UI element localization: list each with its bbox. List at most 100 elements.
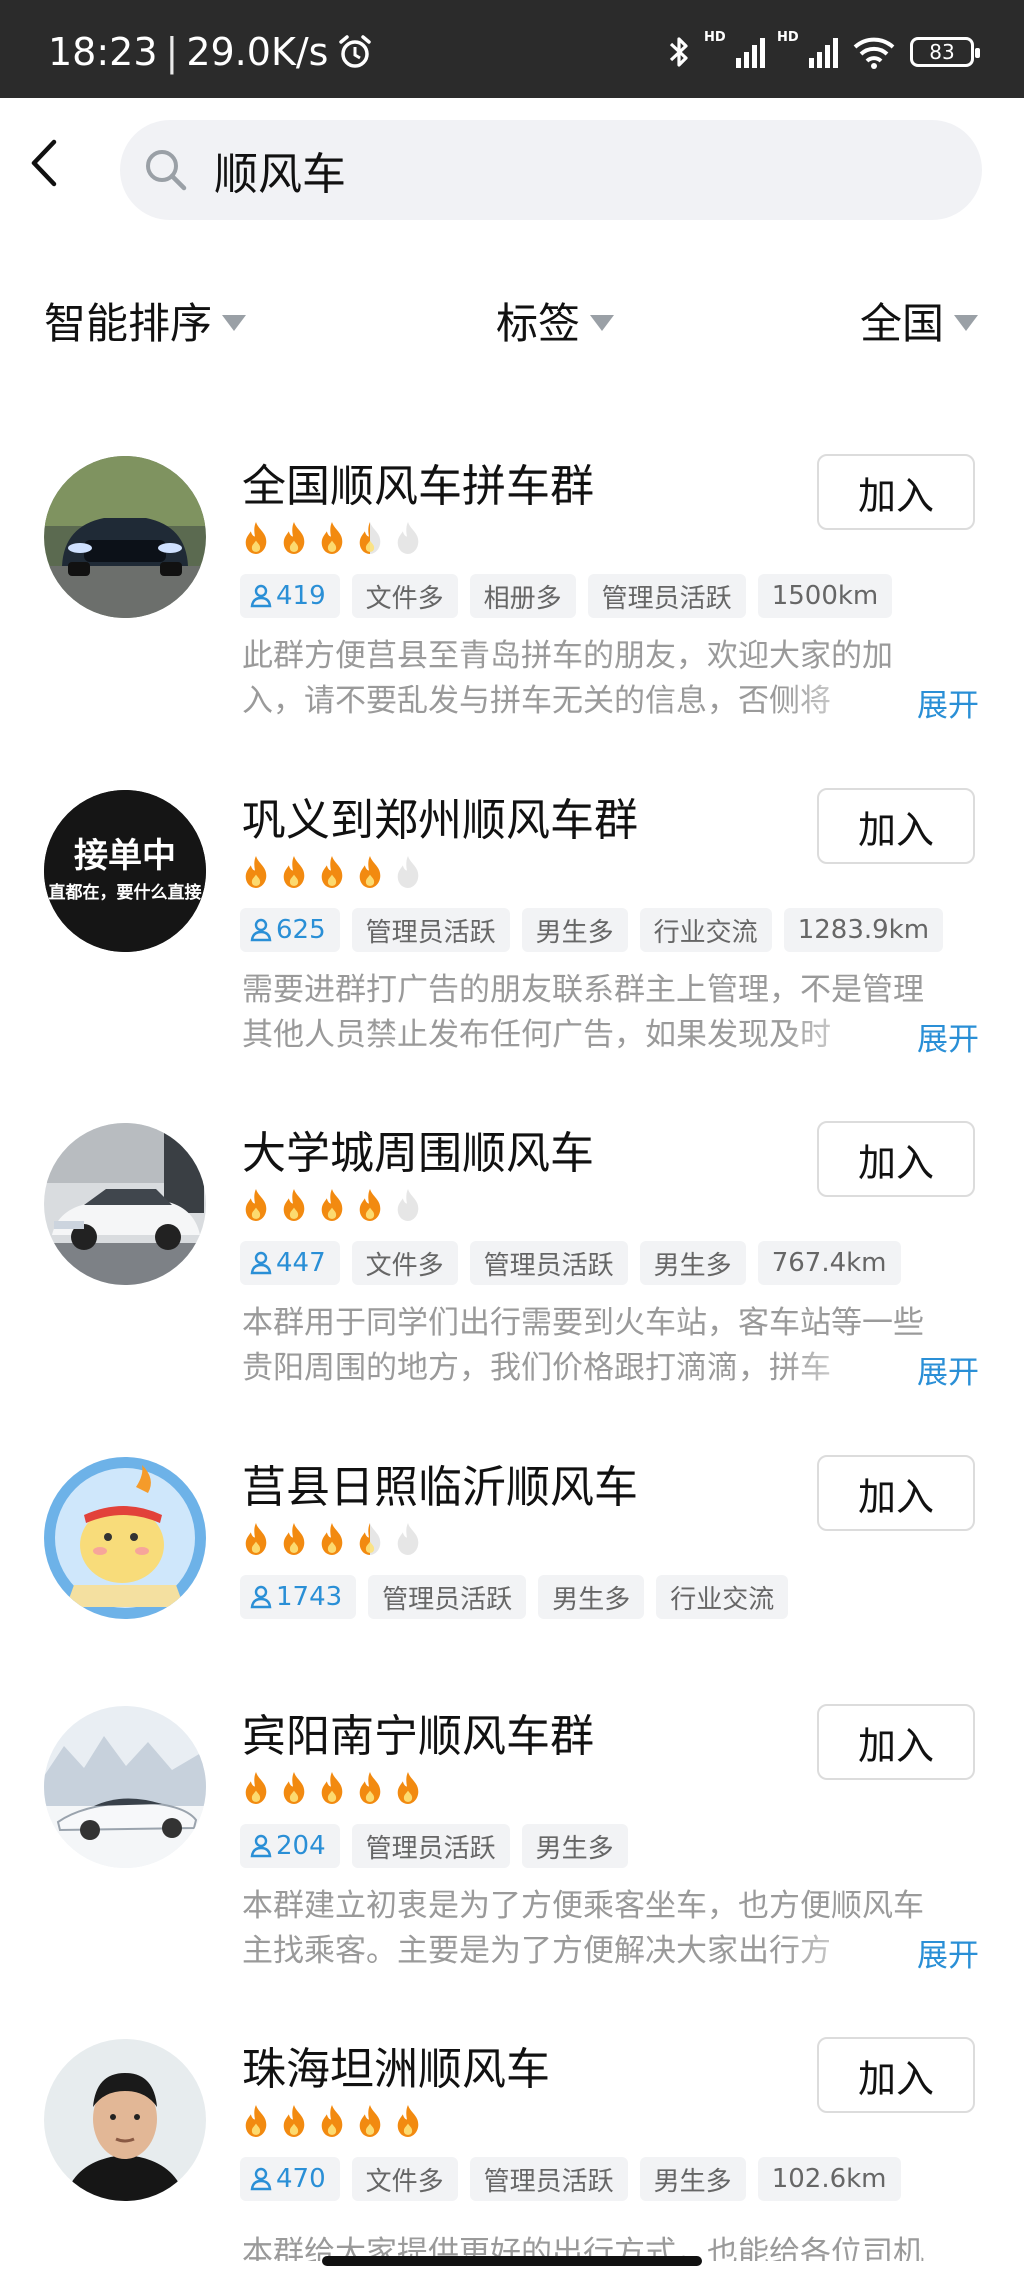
search-input[interactable]: 顺风车 [120, 120, 982, 220]
tag-list: 447 文件多 管理员活跃 男生多 767.4km [240, 1241, 901, 1285]
member-count-badge: 470 [240, 2157, 340, 2201]
status-left: 18:23 | 29.0K/s [48, 30, 374, 74]
status-bar: 18:23 | 29.0K/s HD HD 83 [0, 0, 1024, 98]
expand-link[interactable]: 展开 [917, 1014, 979, 1059]
rating-flames [240, 854, 424, 890]
description-line: 主找乘客。主要是为了方便解决大家出行方 [242, 1933, 831, 1969]
battery-icon: 83 [910, 37, 980, 67]
chevron-down-icon [222, 314, 247, 331]
member-count: 204 [276, 1831, 326, 1861]
group-tag: 管理员活跃 [368, 1575, 527, 1619]
flame-icon [397, 2105, 419, 2137]
group-avatar [44, 1123, 206, 1285]
group-title: 莒县日照临沂顺风车 [242, 1462, 638, 1513]
flame-icon [283, 1523, 305, 1555]
group-title: 大学城周围顺风车 [242, 1128, 594, 1179]
home-indicator[interactable] [322, 2256, 702, 2266]
member-count: 1743 [276, 1582, 343, 1612]
group-avatar: 接单中 直都在，要什么直接 [44, 790, 206, 952]
flame-icon [359, 1189, 381, 1221]
group-tag: 管理员活跃 [587, 574, 746, 618]
signal-icon: HD [704, 30, 765, 68]
group-tag: 管理员活跃 [469, 1241, 628, 1285]
group-tag: 1283.9km [783, 908, 944, 952]
group-description: 此群方便莒县至青岛拼车的朋友，欢迎大家的加 入，请不要乱发与拼车无关的信息，否侧… [242, 634, 982, 724]
flame-icon [321, 2105, 343, 2137]
group-tag: 767.4km [757, 1241, 901, 1285]
group-tag: 文件多 [351, 2157, 458, 2201]
filter-tags[interactable]: 标签 [496, 290, 615, 351]
expand-link[interactable]: 展开 [917, 1347, 979, 1392]
expand-link[interactable]: 展开 [917, 680, 979, 725]
search-query: 顺风车 [214, 149, 346, 200]
flame-icon [359, 2105, 381, 2137]
join-button[interactable]: 加入 [817, 1121, 975, 1197]
filter-region[interactable]: 全国 [860, 290, 979, 351]
rating-flames [240, 520, 424, 556]
group-tag: 1500km [757, 574, 893, 618]
join-button[interactable]: 加入 [817, 454, 975, 530]
rating-flames [240, 2103, 424, 2139]
group-title: 全国顺风车拼车群 [242, 461, 594, 512]
description-line: 本群建立初衷是为了方便乘客坐车，也方便顺风车 [242, 1888, 924, 1924]
join-button[interactable]: 加入 [817, 1455, 975, 1531]
filter-tags-label: 标签 [496, 299, 581, 348]
avatar-subcaption: 直都在，要什么直接 [48, 883, 202, 903]
member-count-badge: 625 [240, 908, 340, 952]
back-arrow-icon [31, 139, 57, 187]
group-avatar [44, 456, 206, 618]
flame-icon [283, 2105, 305, 2137]
flame-icon [397, 856, 419, 888]
group-avatar [44, 1706, 206, 1868]
group-tag: 102.6km [757, 2157, 901, 2201]
group-tag: 行业交流 [656, 1575, 789, 1619]
status-time: 18:23 [48, 30, 158, 74]
bluetooth-icon [669, 37, 688, 67]
person-icon [250, 584, 272, 608]
filter-sort[interactable]: 智能排序 [44, 290, 247, 351]
join-button[interactable]: 加入 [817, 1704, 975, 1780]
search-icon [146, 150, 187, 191]
flame-icon [283, 856, 305, 888]
wifi-icon [853, 37, 895, 69]
person-icon [250, 1585, 272, 1609]
tag-list: 625 管理员活跃 男生多 行业交流 1283.9km [240, 908, 944, 952]
expand-link[interactable]: 展开 [917, 1930, 979, 1975]
flame-icon [359, 522, 381, 554]
network-type-label: HD [704, 30, 726, 45]
member-count: 419 [276, 581, 326, 611]
group-tag: 男生多 [639, 1241, 746, 1285]
flame-icon [397, 1189, 419, 1221]
join-button[interactable]: 加入 [817, 788, 975, 864]
battery-level: 83 [929, 40, 955, 64]
group-avatar [44, 2039, 206, 2201]
flame-icon [245, 1772, 267, 1804]
back-button[interactable] [16, 128, 72, 198]
member-count-badge: 1743 [240, 1575, 357, 1619]
signal-icon: HD [777, 30, 838, 68]
chevron-down-icon [954, 314, 979, 331]
description-line: 本群用于同学们出行需要到火车站，客车站等一些 [242, 1305, 924, 1341]
network-speed: 29.0K/s [186, 30, 329, 74]
member-count-badge: 447 [240, 1241, 340, 1285]
rating-flames [240, 1770, 424, 1806]
tag-list: 204 管理员活跃 男生多 [240, 1824, 628, 1868]
chevron-down-icon [590, 314, 615, 331]
person-icon [250, 918, 272, 942]
description-line: 贵阳周围的地方，我们价格跟打滴滴，拼车 [242, 1350, 831, 1386]
status-right: HD HD 83 [666, 30, 980, 70]
member-count: 470 [276, 2164, 326, 2194]
group-description: 本群用于同学们出行需要到火车站，客车站等一些 贵阳周围的地方，我们价格跟打滴滴，… [242, 1301, 982, 1391]
flame-icon [245, 2105, 267, 2137]
group-description: 需要进群打广告的朋友联系群主上管理，不是管理 其他人员禁止发布任何广告，如果发现… [242, 968, 982, 1058]
group-avatar [44, 1457, 206, 1619]
flame-icon [359, 856, 381, 888]
filter-sort-label: 智能排序 [44, 299, 213, 348]
person-icon [250, 1251, 272, 1275]
group-title: 巩义到郑州顺风车群 [242, 795, 638, 846]
join-button[interactable]: 加入 [817, 2037, 975, 2113]
member-count-badge: 204 [240, 1824, 340, 1868]
description-line: 此群方便莒县至青岛拼车的朋友，欢迎大家的加 [242, 638, 893, 674]
flame-icon [283, 522, 305, 554]
flame-icon [245, 522, 267, 554]
